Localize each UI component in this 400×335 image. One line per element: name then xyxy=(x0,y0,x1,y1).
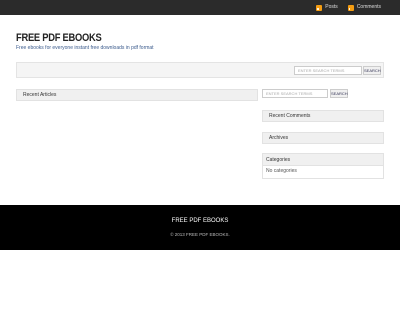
rss-icon xyxy=(316,4,323,11)
comments-feed-label: Comments xyxy=(356,4,381,10)
recent-comments-header: Recent Comments xyxy=(262,110,384,122)
footer: FREE PDF EBOOKS © 2013 FREE PDF EBOOKS. xyxy=(0,205,400,250)
archives-header: Archives xyxy=(262,132,384,144)
footer-copyright: © 2013 FREE PDF EBOOKS. xyxy=(170,232,230,237)
footer-title: FREE PDF EBOOKS xyxy=(171,218,229,224)
header-search-input[interactable]: ENTER SEARCH TERMS xyxy=(294,66,362,75)
feed-links: Posts Comments xyxy=(316,4,381,11)
rss-icon xyxy=(347,4,354,11)
comments-feed-link[interactable]: Comments xyxy=(347,4,381,11)
sidebar-search-input[interactable]: ENTER SEARCH TERMS xyxy=(262,89,328,98)
recent-articles-header: Recent Articles xyxy=(16,89,258,101)
top-bar: Posts Comments xyxy=(0,0,400,15)
categories-widget: Categories No categories xyxy=(262,153,384,179)
posts-feed-label: Posts xyxy=(325,4,338,10)
categories-empty-text: No categories xyxy=(266,168,297,174)
categories-header: Categories xyxy=(263,154,383,166)
site-title[interactable]: FREE PDF EBOOKS xyxy=(16,32,102,44)
site-description: Free ebooks for everyone instant free do… xyxy=(16,45,154,51)
posts-feed-link[interactable]: Posts xyxy=(316,4,338,11)
header-search-button[interactable]: SEARCH xyxy=(363,66,381,75)
sidebar-search-button[interactable]: SEARCH xyxy=(330,89,348,98)
